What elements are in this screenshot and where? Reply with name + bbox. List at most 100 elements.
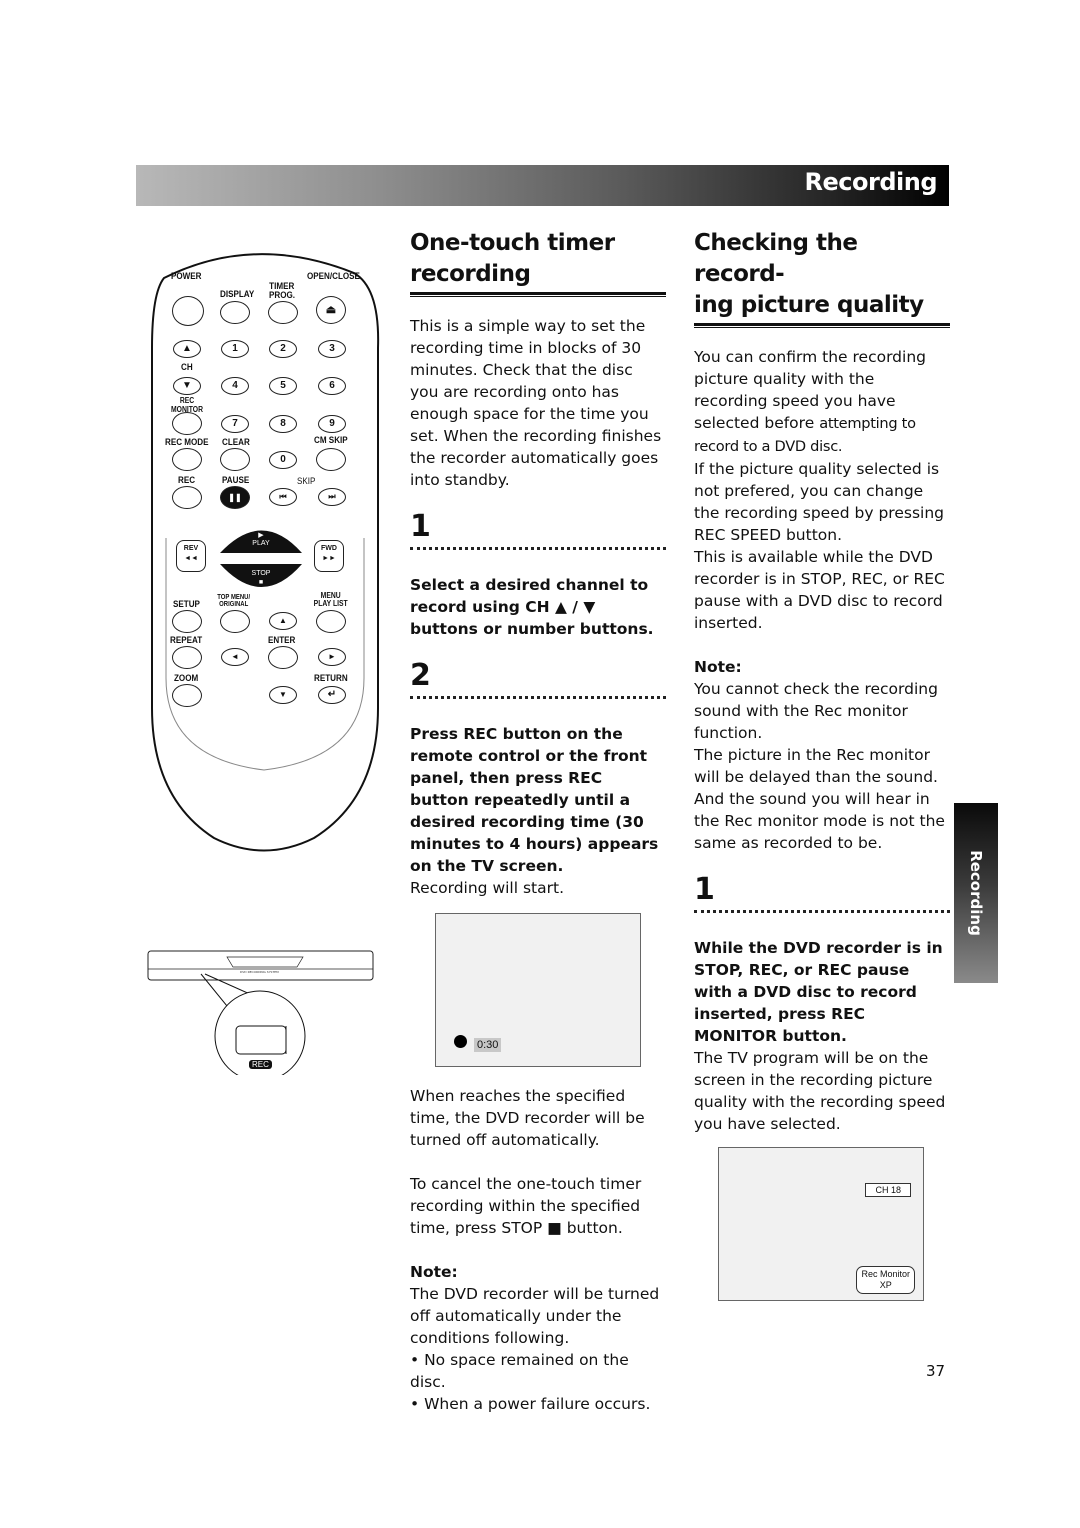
menu-playlist-button[interactable] — [316, 610, 346, 633]
digit-6-button[interactable]: 6 — [318, 377, 346, 395]
stop-button[interactable]: STOP ■ — [248, 569, 274, 587]
step-2-detail: Recording will start. — [410, 879, 565, 897]
enter-label: ENTER — [268, 635, 296, 646]
rewind-icon: ◄◄ — [184, 555, 198, 562]
rec-monitor-button[interactable] — [172, 412, 202, 435]
return-button[interactable]: ↵ — [318, 686, 346, 704]
menu-playlist-label: MENU PLAY LIST — [313, 591, 348, 608]
auto-off-text: When reaches the specified time, the DVD… — [410, 1087, 645, 1149]
open-close-label: OPEN/CLOSE — [307, 271, 360, 282]
return-label: RETURN — [314, 673, 348, 684]
step-1-number: 1 — [410, 509, 431, 544]
display-button[interactable] — [220, 301, 250, 324]
zoom-button[interactable] — [172, 684, 202, 707]
digit-3-button[interactable]: 3 — [318, 340, 346, 358]
skip-forward-button[interactable]: ⏭ — [318, 488, 346, 506]
timer-prog-button[interactable] — [268, 301, 298, 324]
stop-icon: ■ — [258, 579, 264, 586]
one-touch-intro: This is a simple way to set the recordin… — [410, 317, 662, 489]
note-text: The DVD recorder will be turned off auto… — [410, 1285, 660, 1347]
rec-mode-button[interactable] — [172, 448, 202, 471]
cm-skip-label: CM SKIP — [314, 435, 348, 446]
step-2-number: 2 — [410, 658, 431, 693]
step-1-detail: The TV program will be on the screen in … — [694, 1049, 946, 1133]
ch-label: CH — [181, 362, 193, 373]
side-tab-label: Recording — [967, 850, 985, 936]
down-arrow-icon: ▼ — [182, 380, 192, 391]
right-arrow-icon: ► — [328, 652, 336, 661]
digit-2-button[interactable]: 2 — [269, 340, 297, 358]
step-1-instruction: While the DVD recorder is in STOP, REC, … — [694, 939, 943, 1045]
page-number: 37 — [926, 1362, 946, 1380]
step-1-divider — [410, 547, 666, 550]
up-arrow-icon: ▲ — [279, 616, 287, 625]
note-text: You cannot check the recording sound wit… — [694, 680, 938, 742]
section-side-tab: Recording — [954, 803, 998, 983]
rec-button-label: REC — [249, 1060, 272, 1069]
skip-back-button[interactable]: ⏮ — [269, 488, 297, 506]
digit-5-button[interactable]: 5 — [269, 377, 297, 395]
up-button[interactable]: ▲ — [269, 612, 297, 630]
play-label: PLAY — [252, 540, 270, 547]
record-indicator-icon — [454, 1035, 467, 1048]
enter-button[interactable] — [268, 646, 298, 669]
down-arrow-icon: ▼ — [279, 690, 287, 699]
play-icon: ▶ — [258, 532, 264, 539]
dvd-recorder-illustration: REC DVD RECORDING SYSTEM — [145, 945, 375, 1075]
step-2-instruction: Press REC button on the remote control o… — [410, 725, 659, 875]
tv-screen-recording: 0:30 — [435, 913, 641, 1067]
heading-rule — [694, 323, 950, 328]
power-label: POWER — [171, 271, 202, 282]
step-1-divider — [694, 910, 950, 913]
checking-intro-3: This is available while the DVD recorder… — [694, 548, 945, 632]
heading-rule — [410, 292, 666, 297]
one-touch-heading: One-touch timer recording — [410, 230, 615, 287]
recorder-outline — [147, 950, 374, 1075]
recording-time-display: 0:30 — [474, 1038, 502, 1052]
timer-prog-label: TIMER PROG. — [269, 281, 296, 301]
step-1-number: 1 — [694, 872, 715, 907]
eject-icon: ⏏ — [325, 304, 337, 316]
setup-button[interactable] — [172, 610, 202, 633]
digit-9-button[interactable]: 9 — [318, 415, 346, 433]
fast-forward-icon: ►► — [322, 555, 336, 562]
step-2-divider — [410, 696, 666, 699]
note-bullet: • No space remained on the disc. — [410, 1351, 629, 1391]
pause-icon: ❚❚ — [228, 493, 242, 502]
note-heading: Note: — [694, 658, 742, 676]
digit-7-button[interactable]: 7 — [221, 415, 249, 433]
digit-1-button[interactable]: 1 — [221, 340, 249, 358]
rev-button[interactable]: REV ◄◄ — [176, 540, 206, 572]
cm-skip-button[interactable] — [316, 448, 346, 471]
note-bullet: • When a power failure occurs. — [410, 1395, 651, 1413]
section-title: Recording — [804, 168, 938, 196]
setup-label: SETUP — [173, 599, 200, 610]
remote-control-illustration: POWER DISPLAY TIMER PROG. OPEN/CLOSE ⏏ ▲… — [144, 238, 384, 888]
digit-8-button[interactable]: 8 — [269, 415, 297, 433]
open-close-button[interactable]: ⏏ — [316, 296, 346, 324]
stop-label: STOP — [251, 570, 271, 577]
left-button[interactable]: ◄ — [221, 648, 249, 666]
top-menu-button[interactable] — [220, 610, 250, 633]
play-button[interactable]: ▶ PLAY — [248, 532, 274, 548]
digit-4-button[interactable]: 4 — [221, 377, 249, 395]
repeat-button[interactable] — [172, 646, 202, 669]
tv-screen-rec-monitor: CH 18 Rec Monitor XP — [718, 1147, 924, 1301]
rec-button[interactable] — [172, 486, 202, 509]
ch-down-button[interactable]: ▼ — [173, 377, 201, 395]
rev-label: REV — [183, 545, 199, 552]
down-button[interactable]: ▼ — [269, 686, 297, 704]
power-button[interactable] — [172, 296, 204, 326]
ch-up-button[interactable]: ▲ — [173, 340, 201, 358]
checking-intro-2: If the picture quality selected is not p… — [694, 460, 944, 544]
right-button[interactable]: ► — [318, 648, 346, 666]
digit-0-button[interactable]: 0 — [269, 451, 297, 469]
section-header-band: Recording — [136, 165, 949, 206]
clear-button[interactable] — [220, 448, 250, 471]
one-touch-section: One-touch timer recording This is a simpl… — [410, 228, 666, 1415]
clear-label: CLEAR — [222, 437, 250, 448]
fwd-button[interactable]: FWD ►► — [314, 540, 344, 572]
channel-display: CH 18 — [865, 1183, 911, 1197]
pause-label: PAUSE — [222, 475, 250, 486]
pause-button[interactable]: ❚❚ — [220, 486, 250, 509]
